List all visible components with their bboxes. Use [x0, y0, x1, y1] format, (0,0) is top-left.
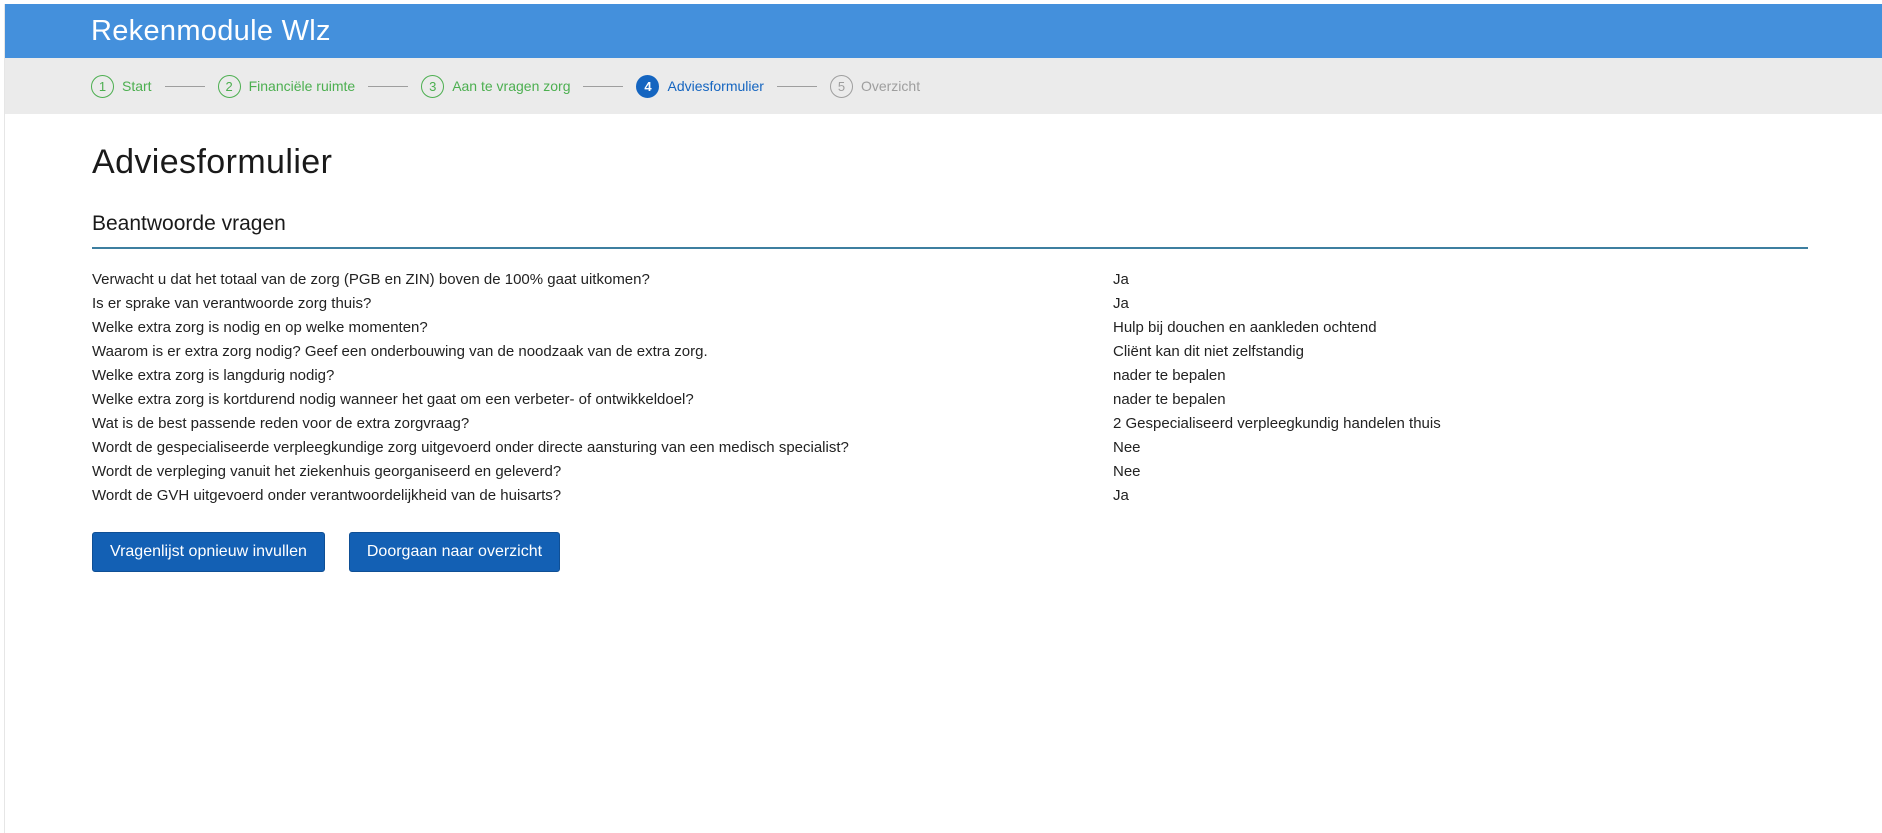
- question-text: Verwacht u dat het totaal van de zorg (P…: [92, 270, 650, 288]
- answered-questions-list: Verwacht u dat het totaal van de zorg (P…: [92, 267, 1808, 507]
- app-header: Rekenmodule Wlz: [5, 4, 1882, 58]
- qa-row: Wordt de GVH uitgevoerd onder verantwoor…: [92, 483, 1808, 507]
- answer-text: Ja: [1113, 294, 1129, 312]
- app-window: Rekenmodule Wlz 1 Start 2 Financiële rui…: [4, 4, 1882, 833]
- question-text: Waarom is er extra zorg nodig? Geef een …: [92, 342, 708, 360]
- question-text: Wordt de verpleging vanuit het ziekenhui…: [92, 462, 562, 480]
- question-text: Welke extra zorg is kortdurend nodig wan…: [92, 390, 694, 408]
- progress-stepper: 1 Start 2 Financiële ruimte 3 Aan te vra…: [5, 58, 1882, 114]
- answer-text: Ja: [1113, 486, 1129, 504]
- answer-text: Nee: [1113, 462, 1141, 480]
- section-title: Beantwoorde vragen: [92, 212, 1808, 249]
- step-adviesformulier[interactable]: 4 Adviesformulier: [636, 74, 764, 98]
- step-overzicht: 5 Overzicht: [829, 74, 921, 98]
- step-connector: [368, 85, 409, 87]
- restart-questionnaire-button[interactable]: Vragenlijst opnieuw invullen: [92, 532, 325, 572]
- step-financiele-ruimte[interactable]: 2 Financiële ruimte: [217, 74, 356, 98]
- step-connector: [164, 85, 205, 87]
- step-connector: [776, 85, 817, 87]
- step-label: Overzicht: [860, 78, 921, 94]
- qa-row: Welke extra zorg is nodig en op welke mo…: [92, 315, 1808, 339]
- step-label: Financiële ruimte: [248, 78, 356, 94]
- qa-row: Wordt de gespecialiseerde verpleegkundig…: [92, 435, 1808, 459]
- step-number-icon: 5: [829, 74, 853, 98]
- question-text: Wordt de gespecialiseerde verpleegkundig…: [92, 438, 849, 456]
- qa-row: Welke extra zorg is kortdurend nodig wan…: [92, 387, 1808, 411]
- answer-text: nader te bepalen: [1113, 390, 1226, 408]
- step-number-icon: 2: [217, 74, 241, 98]
- answer-text: Nee: [1113, 438, 1141, 456]
- question-text: Wordt de GVH uitgevoerd onder verantwoor…: [92, 486, 562, 504]
- question-text: Welke extra zorg is langdurig nodig?: [92, 366, 335, 384]
- step-number-icon: 1: [91, 74, 114, 98]
- page-title: Adviesformulier: [92, 143, 333, 181]
- qa-row: Wat is de best passende reden voor de ex…: [92, 411, 1808, 435]
- step-label: Adviesformulier: [667, 78, 764, 94]
- step-connector: [583, 85, 624, 87]
- answer-text: Ja: [1113, 270, 1129, 288]
- step-number-icon: 3: [421, 74, 445, 98]
- question-text: Wat is de best passende reden voor de ex…: [92, 414, 470, 432]
- qa-row: Waarom is er extra zorg nodig? Geef een …: [92, 339, 1808, 363]
- app-title: Rekenmodule Wlz: [91, 14, 331, 47]
- continue-to-overview-button[interactable]: Doorgaan naar overzicht: [348, 532, 561, 572]
- step-start[interactable]: 1 Start: [91, 74, 152, 98]
- question-text: Is er sprake van verantwoorde zorg thuis…: [92, 294, 372, 312]
- step-label: Start: [122, 78, 152, 94]
- answer-text: Cliënt kan dit niet zelfstandig: [1113, 342, 1304, 360]
- step-label: Aan te vragen zorg: [452, 78, 571, 94]
- form-actions: Vragenlijst opnieuw invullen Doorgaan na…: [92, 532, 1808, 572]
- qa-row: Is er sprake van verantwoorde zorg thuis…: [92, 291, 1808, 315]
- answer-text: Hulp bij douchen en aankleden ochtend: [1113, 318, 1377, 336]
- question-text: Welke extra zorg is nodig en op welke mo…: [92, 318, 428, 336]
- qa-row: Verwacht u dat het totaal van de zorg (P…: [92, 267, 1808, 291]
- step-number-icon: 4: [636, 74, 660, 98]
- step-aan-te-vragen-zorg[interactable]: 3 Aan te vragen zorg: [421, 74, 571, 98]
- answer-text: 2 Gespecialiseerd verpleegkundig handele…: [1113, 414, 1441, 432]
- main-content: Adviesformulier Beantwoorde vragen Verwa…: [92, 114, 1808, 572]
- answer-text: nader te bepalen: [1113, 366, 1226, 384]
- qa-row: Welke extra zorg is langdurig nodig? nad…: [92, 363, 1808, 387]
- qa-row: Wordt de verpleging vanuit het ziekenhui…: [92, 459, 1808, 483]
